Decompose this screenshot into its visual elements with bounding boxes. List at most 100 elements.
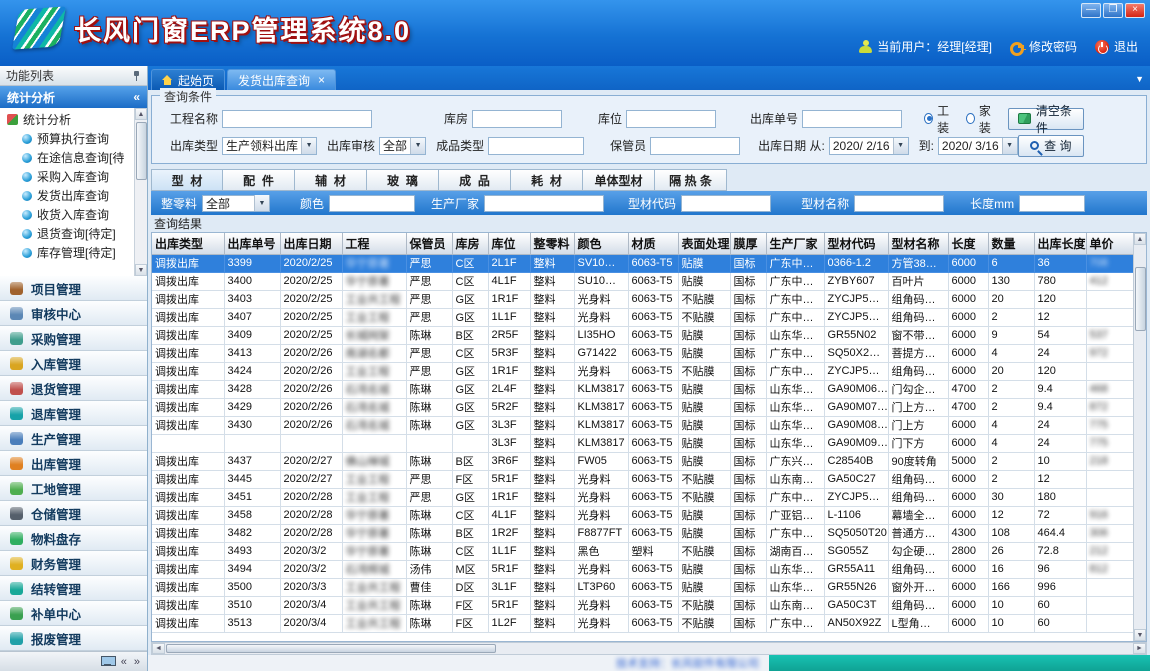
material-tab[interactable]: 玻 璃	[367, 169, 439, 191]
column-header[interactable]: 出库单号	[224, 233, 280, 254]
product-type-input[interactable]	[488, 137, 584, 155]
column-header[interactable]: 表面处理	[678, 233, 730, 254]
sidebar-accordion-item[interactable]: 补单中心	[0, 601, 147, 626]
chevron-down-icon[interactable]: ▼	[893, 138, 908, 154]
search-button[interactable]: 查 询	[1018, 135, 1084, 157]
logout-button[interactable]: 退出	[1095, 38, 1138, 55]
sidebar-accordion-item[interactable]: 财务管理	[0, 551, 147, 576]
scroll-right-icon[interactable]: ►	[1133, 643, 1146, 654]
collapse-icon[interactable]: «	[133, 90, 140, 104]
column-header[interactable]: 出库长度	[1034, 233, 1086, 254]
sidebar-accordion-item[interactable]: 工地管理	[0, 476, 147, 501]
column-header[interactable]: 保管员	[406, 233, 452, 254]
table-row[interactable]: 调拨出库34582020/2/28华宁原著陈琳C区4L1F整料光身料6063-T…	[152, 506, 1133, 524]
column-header[interactable]: 整零料	[530, 233, 574, 254]
material-tab[interactable]: 成 品	[439, 169, 511, 191]
maximize-button[interactable]: ❐	[1103, 3, 1123, 18]
sidebar-accordion-item[interactable]: 物料盘存	[0, 526, 147, 551]
tree-item[interactable]: 库存管理[待定]	[0, 243, 147, 262]
outbound-type-select[interactable]: 生产领料出库 ▼	[222, 137, 317, 155]
change-password-button[interactable]: 修改密码	[1010, 38, 1077, 55]
table-row[interactable]: 调拨出库34132020/2/26南湖名都严思C区5R3F整料G71422606…	[152, 344, 1133, 362]
keeper-input[interactable]	[650, 137, 740, 155]
table-row[interactable]: 调拨出库34822020/2/28华宁原著陈琳B区1R2F整料F8877FT60…	[152, 524, 1133, 542]
column-header[interactable]: 工程	[342, 233, 406, 254]
tree-item[interactable]: 收货入库查询	[0, 205, 147, 224]
scroll-left-icon[interactable]: ◄	[152, 643, 165, 654]
tree-item[interactable]: 预算执行查询	[0, 129, 147, 148]
chevron-down-icon[interactable]: ▼	[301, 138, 316, 154]
date-to-select[interactable]: 2020/ 3/16 ▼	[938, 137, 1018, 155]
chevron-left-icon[interactable]: «	[121, 656, 127, 668]
table-row[interactable]: 调拨出库34282020/2/26石湾名城陈琳G区2L4F整料KLM381760…	[152, 380, 1133, 398]
minimize-button[interactable]: —	[1081, 3, 1101, 18]
outbound-audit-select[interactable]: 全部 ▼	[379, 137, 426, 155]
whole-part-select[interactable]: 全部 ▼	[202, 195, 270, 212]
scroll-down-icon[interactable]: ▼	[1134, 629, 1146, 641]
scroll-up-icon[interactable]: ▲	[135, 108, 147, 120]
date-from-select[interactable]: 2020/ 2/16 ▼	[829, 137, 909, 155]
sidebar-accordion-item[interactable]: 退库管理	[0, 401, 147, 426]
length-input[interactable]	[1019, 195, 1085, 212]
table-row[interactable]: 调拨出库34032020/2/25工业共工程严思G区1R1F整料光身料6063-…	[152, 290, 1133, 308]
sidebar-accordion-item[interactable]: 生产管理	[0, 426, 147, 451]
chevron-down-icon[interactable]: ▼	[254, 195, 269, 211]
column-header[interactable]: 型材代码	[824, 233, 888, 254]
clear-conditions-button[interactable]: 清空条件	[1008, 108, 1084, 130]
table-row[interactable]: 调拨出库34452020/2/27工业工程严思F区5R1F整料光身料6063-T…	[152, 470, 1133, 488]
tab-list-dropdown-icon[interactable]: ▼	[1135, 74, 1144, 84]
table-row[interactable]: 调拨出库35002020/3/3工业共工程曹佳D区3L1F整料LT3P60606…	[152, 578, 1133, 596]
sidebar-section-statistics[interactable]: 统计分析 «	[0, 86, 147, 108]
sidebar-accordion-item[interactable]: 仓储管理	[0, 501, 147, 526]
table-row[interactable]: 调拨出库34072020/2/25工业工程严思G区1L1F整料光身料6063-T…	[152, 308, 1133, 326]
tree-item[interactable]: 采购入库查询	[0, 167, 147, 186]
sidebar-accordion-item[interactable]: 结转管理	[0, 576, 147, 601]
column-header[interactable]: 出库日期	[280, 233, 342, 254]
scroll-up-icon[interactable]: ▲	[1134, 233, 1146, 245]
material-tab[interactable]: 耗 材	[511, 169, 583, 191]
vertical-scrollbar[interactable]: ▲ ▼	[1133, 233, 1146, 641]
table-row[interactable]: 调拨出库34512020/2/28工业工程严思G区1R1F整料光身料6063-T…	[152, 488, 1133, 506]
table-row[interactable]: 调拨出库34292020/2/26石湾名城陈琳G区5R2F整料KLM381760…	[152, 398, 1133, 416]
sidebar-accordion-item[interactable]: 退货管理	[0, 376, 147, 401]
tree-item[interactable]: 发货出库查询	[0, 186, 147, 205]
table-row[interactable]: 调拨出库34092020/2/25长城网架陈琳B区2R5F整料LI35HO606…	[152, 326, 1133, 344]
tree-item[interactable]: 退货查询[待定]	[0, 224, 147, 243]
material-tab[interactable]: 型 材	[151, 169, 223, 191]
column-header[interactable]: 库房	[452, 233, 488, 254]
column-header[interactable]: 库位	[488, 233, 530, 254]
vertical-scroll-thumb[interactable]	[1135, 267, 1146, 331]
sidebar-accordion-item[interactable]: 报废管理	[0, 626, 147, 651]
horizontal-scrollbar[interactable]: ◄ ►	[151, 642, 1147, 655]
order-no-input[interactable]	[802, 110, 902, 128]
tree-scroll-thumb[interactable]	[136, 122, 147, 180]
radio-work-decoration[interactable]	[924, 113, 933, 124]
material-tab[interactable]: 配 件	[223, 169, 295, 191]
chevron-right-icon[interactable]: »	[134, 656, 140, 668]
chevron-down-icon[interactable]: ▼	[1002, 138, 1017, 154]
table-row[interactable]: 调拨出库35132020/3/4工业共工程陈琳F区1L2F整料光身料6063-T…	[152, 614, 1133, 632]
tab-shipping-outbound-query[interactable]: 发货出库查询 ×	[227, 69, 336, 90]
tree-scrollbar[interactable]: ▲ ▼	[134, 108, 147, 276]
radio-home-label[interactable]: 家装	[979, 102, 998, 136]
radio-home-decoration[interactable]	[966, 113, 975, 124]
sidebar-accordion-item[interactable]: 项目管理	[0, 276, 147, 301]
sidebar-accordion-item[interactable]: 采购管理	[0, 326, 147, 351]
warehouse-input[interactable]	[472, 110, 562, 128]
profile-name-input[interactable]	[854, 195, 944, 212]
color-input[interactable]	[329, 195, 415, 212]
table-row[interactable]: 调拨出库33992020/2/25华宁原著严思C区2L1F整料SV10…6063…	[152, 254, 1133, 272]
column-header[interactable]: 出库类型	[152, 233, 224, 254]
tree-item[interactable]: 在途信息查询[待	[0, 148, 147, 167]
location-input[interactable]	[626, 110, 716, 128]
column-header[interactable]: 型材名称	[888, 233, 948, 254]
sidebar-accordion-item[interactable]: 审核中心	[0, 301, 147, 326]
table-row[interactable]: 调拨出库34372020/2/27佛山禅城陈琳B区3R6F整料FW056063-…	[152, 452, 1133, 470]
material-tab[interactable]: 单体型材	[583, 169, 655, 191]
sidebar-accordion-item[interactable]: 入库管理	[0, 351, 147, 376]
column-header[interactable]: 单价	[1086, 233, 1133, 254]
project-name-input[interactable]	[222, 110, 372, 128]
manufacturer-input[interactable]	[484, 195, 604, 212]
profile-code-input[interactable]	[681, 195, 771, 212]
sidebar-accordion-item[interactable]: 出库管理	[0, 451, 147, 476]
